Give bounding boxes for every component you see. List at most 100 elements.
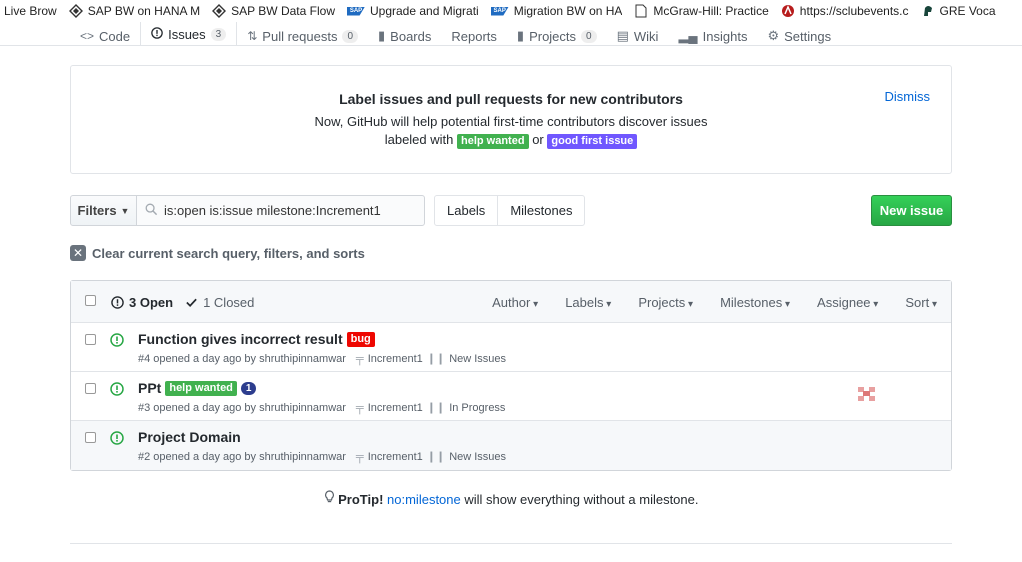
lightbulb-icon [324, 490, 339, 507]
issue-title-link[interactable]: Function gives incorrect result [138, 331, 343, 347]
protip: ProTip! no:milestone will show everythin… [0, 490, 1022, 507]
issue-title-line: Project Domain [138, 429, 241, 445]
labels-button[interactable]: Labels [435, 196, 497, 225]
projects-filter[interactable]: Projects [638, 295, 693, 310]
project-icon: ▮ [516, 28, 525, 43]
bookmark-upgrade-migration[interactable]: SAP Upgrade and Migrati [343, 0, 487, 22]
issue-milestone[interactable]: Increment1 [368, 451, 423, 463]
issue-opened-by: #3 opened a day ago by shruthipinnamwar [138, 401, 346, 414]
closed-count: 1 Closed [203, 295, 255, 310]
help-wanted-label[interactable]: help wanted [457, 134, 529, 149]
milestones-button[interactable]: Milestones [497, 196, 584, 225]
good-first-issue-label[interactable]: good first issue [547, 134, 638, 149]
bookmark-mcgraw-hill[interactable]: McGraw-Hill: Practice [630, 0, 776, 22]
bookmark-sclubevents[interactable]: https://sclubevents.c [777, 0, 917, 22]
tab-label: Boards [390, 28, 432, 44]
tab-settings[interactable]: ⚙ Settings [757, 26, 841, 46]
labels-filter[interactable]: Labels [565, 295, 611, 310]
issue-checkbox[interactable] [85, 432, 96, 443]
issue-checkbox[interactable] [85, 383, 96, 394]
tab-label: Wiki [633, 28, 659, 44]
banner-line2-prefix: labeled with [384, 132, 454, 147]
diamond-icon [212, 4, 227, 18]
tab-issues[interactable]: Issues 3 [140, 22, 238, 46]
bug-label[interactable]: bug [346, 331, 375, 347]
repo-nav: <> Code Issues 3 ⇅ Pull requests 0 ▮ Boa… [70, 22, 952, 46]
page-icon [634, 4, 648, 18]
issues-count: 3 [210, 27, 227, 41]
protip-suffix: will show everything without a milestone… [464, 492, 699, 507]
tab-insights[interactable]: ▂▄ Insights [668, 26, 757, 46]
bookmark-migration-bw[interactable]: SAP Migration BW on HA [487, 0, 631, 22]
bookmark-gre-vocab[interactable]: GRE Voca [917, 0, 1004, 22]
bookmark-live-brow[interactable]: Live Brow [0, 0, 65, 22]
tab-label: Pull requests [262, 28, 338, 44]
filters-button[interactable]: Filters ▼ [70, 195, 137, 226]
issue-milestone[interactable]: Increment1 [368, 402, 423, 414]
project-icon: ❙❙ [426, 402, 446, 414]
search-input[interactable] [164, 203, 414, 218]
bookmark-label: SAP BW on HANA M [87, 4, 201, 18]
tab-projects[interactable]: ▮ Projects 0 [507, 26, 607, 46]
assignee-filter[interactable]: Assignee [817, 295, 878, 310]
tab-label: Settings [784, 28, 832, 44]
tab-boards[interactable]: ▮ Boards [368, 26, 441, 46]
issue-milestone[interactable]: Increment1 [368, 353, 423, 365]
bookmark-label: Upgrade and Migrati [369, 4, 479, 18]
tab-label: Insights [702, 28, 748, 44]
issue-checkbox[interactable] [85, 334, 96, 345]
select-all-checkbox[interactable] [85, 295, 96, 306]
assignee-avatar[interactable] [858, 385, 875, 402]
open-count: 3 Open [129, 295, 174, 310]
sort-filter[interactable]: Sort [905, 295, 937, 310]
bookmark-label: GRE Voca [939, 4, 996, 18]
check-icon [186, 298, 197, 307]
issues-table-header: 3 Open 1 Closed Author Labels Projects M… [71, 281, 951, 323]
issue-open-icon [111, 296, 124, 309]
banner-text: Now, GitHub will help potential first-ti… [71, 113, 951, 149]
closed-issues-link[interactable]: 1 Closed [185, 295, 254, 310]
sclub-icon [781, 4, 795, 18]
search-field[interactable] [136, 195, 425, 226]
issue-title-link[interactable]: Project Domain [138, 429, 241, 445]
issue-project[interactable]: New Issues [449, 451, 506, 463]
bookmark-sap-bw-hana[interactable]: SAP BW on HANA M [65, 0, 208, 22]
tab-code[interactable]: <> Code [70, 26, 140, 46]
issue-opened-by: #4 opened a day ago by shruthipinnamwar [138, 352, 346, 365]
milestones-filter[interactable]: Milestones [720, 295, 790, 310]
tab-pull-requests[interactable]: ⇅ Pull requests 0 [237, 26, 368, 46]
issue-title-link[interactable]: PPt [138, 380, 161, 396]
bookmark-label: Live Brow [4, 4, 57, 18]
issue-project[interactable]: New Issues [449, 353, 506, 365]
author-filter[interactable]: Author [492, 295, 538, 310]
code-icon: <> [80, 29, 95, 43]
table-row: Function gives incorrect result bug #4 o… [71, 323, 951, 372]
open-issues-link[interactable]: 3 Open [111, 295, 173, 310]
clear-query-link[interactable]: ✕ Clear current search query, filters, a… [70, 245, 365, 261]
comment-count-badge[interactable]: 1 [240, 381, 257, 395]
tab-wiki[interactable]: ▤ Wiki [607, 26, 669, 46]
banner-line1: Now, GitHub will help potential first-ti… [314, 114, 708, 129]
bookmark-label: https://sclubevents.c [799, 4, 909, 18]
table-filters: Author Labels Projects Milestones Assign… [465, 295, 937, 310]
issue-open-icon [110, 333, 124, 350]
dismiss-button[interactable]: Dismiss [885, 89, 931, 104]
tab-label: Code [99, 28, 131, 44]
no-milestone-link[interactable]: no:milestone [387, 492, 461, 507]
issue-meta: #2 opened a day ago by shruthipinnamwar … [138, 450, 506, 464]
issue-project[interactable]: In Progress [449, 402, 505, 414]
help-wanted-label[interactable]: help wanted [165, 380, 237, 396]
issue-icon [151, 26, 163, 42]
new-issue-button[interactable]: New issue [871, 195, 952, 226]
table-row: PPt help wanted 1 #3 opened a day ago by… [71, 372, 951, 421]
diamond-icon [68, 4, 83, 18]
tab-reports[interactable]: Reports [441, 26, 507, 46]
sap-icon: SAP [346, 6, 365, 16]
bookmark-sap-bw-data-flow[interactable]: SAP BW Data Flow [208, 0, 343, 22]
labels-milestones-group: Labels Milestones [434, 195, 586, 226]
pr-icon: ⇅ [247, 29, 258, 43]
close-icon: ✕ [70, 245, 86, 261]
board-icon: ▮ [378, 28, 386, 43]
bookmarks-bar: Live Brow SAP BW on HANA M SAP BW Data F… [0, 0, 1022, 22]
chevron-down-icon: ▼ [120, 205, 130, 216]
